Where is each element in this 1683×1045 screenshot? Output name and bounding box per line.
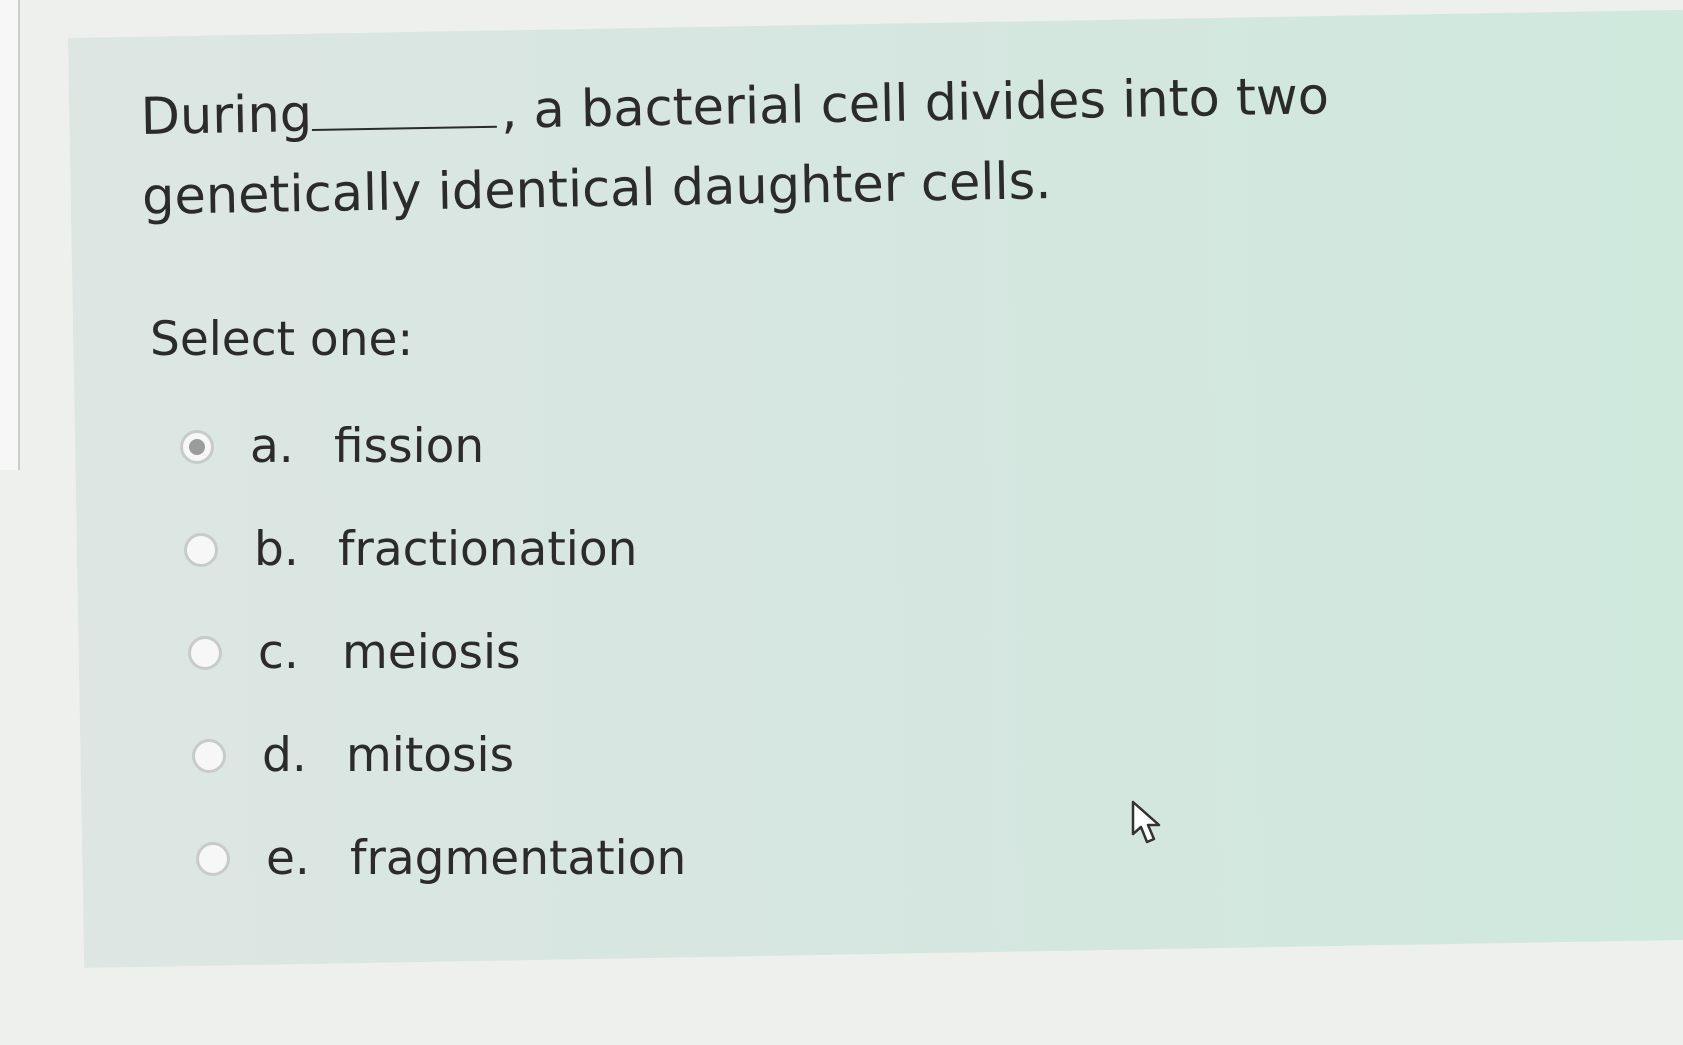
answer-option-a[interactable]: a. fission — [180, 395, 670, 498]
option-letter-e: e. — [266, 831, 310, 886]
option-letter-d: d. — [262, 728, 307, 783]
page-left-edge — [0, 0, 20, 470]
answer-option-c[interactable]: c. meiosis — [188, 601, 678, 704]
answer-option-d[interactable]: d. mitosis — [192, 704, 682, 807]
option-letter-c: c. — [258, 625, 299, 680]
radio-button-b[interactable] — [184, 532, 218, 567]
mouse-pointer-icon — [1131, 800, 1161, 844]
radio-button-c[interactable] — [188, 635, 222, 670]
option-text-a: fission — [334, 419, 485, 474]
question-text: During, a bacterial cell divides into tw… — [140, 53, 1593, 238]
answer-option-b[interactable]: b. fractionation — [184, 498, 674, 601]
option-text-d: mitosis — [346, 728, 515, 783]
radio-button-a[interactable] — [180, 429, 214, 464]
option-letter-b: b. — [254, 522, 299, 577]
select-one-prompt: Select one: — [150, 312, 414, 367]
question-before-blank: During — [140, 85, 313, 147]
option-text-c: meiosis — [342, 625, 521, 680]
option-text-b: fractionation — [338, 522, 638, 577]
answer-option-e[interactable]: e. fragmentation — [196, 807, 686, 910]
answer-blank — [311, 73, 498, 131]
radio-button-e[interactable] — [196, 841, 230, 876]
radio-button-d[interactable] — [192, 738, 226, 773]
option-letter-a: a. — [250, 419, 294, 474]
answer-options: a. fission b. fractionation c. meiosis d… — [180, 395, 686, 910]
option-text-e: fragmentation — [350, 831, 687, 886]
